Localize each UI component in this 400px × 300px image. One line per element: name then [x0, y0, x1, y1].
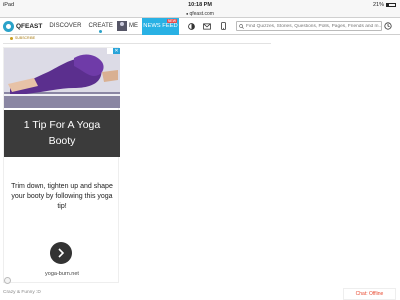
battery-status: 21%	[373, 2, 396, 8]
nav-create[interactable]: CREATE	[88, 23, 114, 33]
news-feed-label: NEWS FEED	[143, 23, 178, 29]
messages-icon[interactable]	[203, 22, 211, 30]
search-input[interactable]	[246, 23, 382, 29]
ad-image[interactable]: ✕	[4, 48, 120, 108]
chat-status[interactable]: Chat: Offline	[343, 288, 396, 300]
new-badge: NEW	[166, 18, 178, 23]
create-indicator	[99, 30, 103, 33]
nav-news-feed[interactable]: NEWS FEED NEW	[142, 17, 180, 35]
logo-icon	[3, 20, 14, 32]
nav-me[interactable]: ME	[129, 23, 138, 29]
battery-icon	[386, 3, 396, 7]
ad-domain[interactable]: yoga-burn.net	[4, 271, 120, 277]
ad-description: Trim down, tighten up and shape your boo…	[11, 183, 113, 211]
battery-percent: 21%	[372, 2, 384, 8]
nav-discover[interactable]: DISCOVER	[49, 23, 81, 29]
search-box[interactable]	[236, 21, 383, 31]
subscribe-dot-icon	[10, 36, 13, 40]
mobile-icon[interactable]	[219, 22, 227, 30]
advertisement[interactable]: ✕ 1 Tip For A Yoga Booty Trim down, tigh…	[3, 47, 120, 283]
logo-text: QFEAST	[16, 22, 43, 30]
site-logo[interactable]: QFEAST	[3, 20, 43, 32]
subscribe-strip: SUBSCRIBE	[3, 36, 271, 44]
history-icon[interactable]	[384, 22, 392, 30]
battery-fill	[387, 4, 389, 6]
chevron-right-icon	[58, 248, 65, 258]
url-text: qfeast.com	[189, 11, 214, 17]
ad-title[interactable]: 1 Tip For A Yoga Booty	[4, 110, 120, 157]
notifications-icon[interactable]	[187, 22, 195, 30]
ad-close-button[interactable]: ✕	[113, 48, 120, 54]
address-bar[interactable]: ●qfeast.com	[0, 10, 400, 18]
scroll-up-icon[interactable]	[4, 277, 11, 284]
nav-create-label: CREATE	[88, 23, 114, 29]
site-navbar: QFEAST DISCOVER CREATE ME NEWS FEED NEW	[0, 17, 400, 35]
avatar[interactable]	[117, 21, 128, 31]
clock: 10:18 PM	[188, 2, 212, 8]
status-bar: iPad 10:18 PM 21%	[0, 0, 400, 10]
ad-go-button[interactable]	[50, 242, 72, 264]
subscribe-link[interactable]: SUBSCRIBE	[15, 36, 35, 40]
search-icon	[239, 23, 244, 29]
bottom-category-text[interactable]: Crazy & Funny :D	[3, 290, 41, 295]
